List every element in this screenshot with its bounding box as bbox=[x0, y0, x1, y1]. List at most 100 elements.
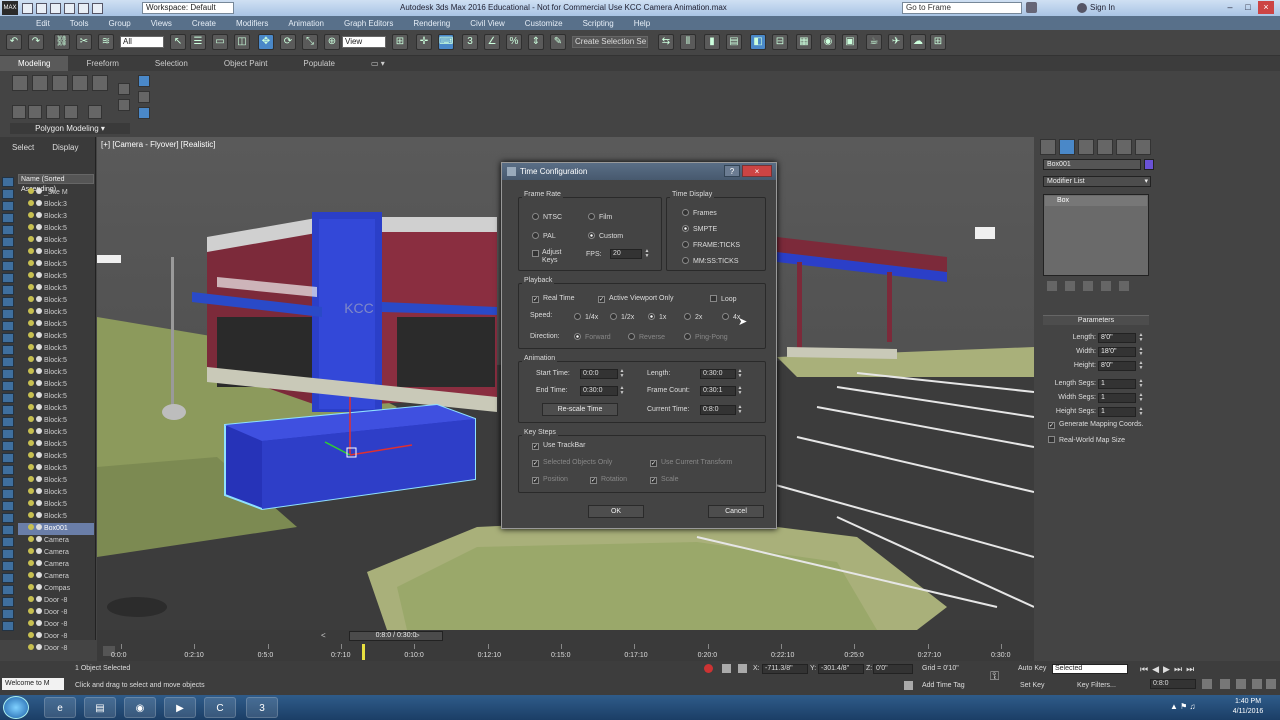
open-file-icon[interactable] bbox=[36, 2, 47, 14]
end-time-spinner-icon[interactable]: ▲ ▼ bbox=[619, 386, 625, 396]
radio-reverse[interactable]: Reverse bbox=[628, 333, 665, 341]
freeze-icon[interactable] bbox=[36, 560, 42, 566]
freeze-icon[interactable] bbox=[36, 212, 42, 218]
list-item[interactable]: Block:5 bbox=[18, 487, 94, 499]
start-button-icon[interactable] bbox=[3, 696, 29, 719]
move-icon[interactable]: ✥ bbox=[258, 34, 274, 50]
grow-icon[interactable] bbox=[12, 105, 26, 119]
next-key-icon[interactable]: ⏭ bbox=[1174, 664, 1186, 674]
tab-selection[interactable]: Selection bbox=[137, 56, 206, 71]
radio-forward[interactable]: Forward bbox=[574, 333, 611, 341]
use-current-transform-checkbox[interactable]: ✓ Use Current Transform bbox=[650, 459, 732, 467]
selected-set-dropdown[interactable]: Selected bbox=[1052, 664, 1128, 674]
schematic-view-icon[interactable]: ⊟ bbox=[772, 34, 788, 50]
material-editor-icon[interactable]: ▦ bbox=[796, 34, 812, 50]
menu-group[interactable]: Group bbox=[108, 19, 130, 28]
freeze-icon[interactable] bbox=[36, 308, 42, 314]
visibility-icon[interactable] bbox=[28, 440, 34, 446]
filter-icon[interactable] bbox=[2, 297, 14, 307]
freeze-icon[interactable] bbox=[36, 368, 42, 374]
go-to-start-icon[interactable]: ⏮ bbox=[1140, 664, 1152, 674]
keyboard-shortcut-icon[interactable]: ⌨ bbox=[438, 34, 454, 50]
undo-icon[interactable]: ↶ bbox=[6, 34, 22, 50]
freeze-icon[interactable] bbox=[36, 380, 42, 386]
freeze-icon[interactable] bbox=[36, 440, 42, 446]
pivot-center-icon[interactable]: ⊞ bbox=[392, 34, 408, 50]
freeze-icon[interactable] bbox=[36, 296, 42, 302]
menu-rendering[interactable]: Rendering bbox=[413, 19, 450, 28]
snaps-toggle-icon[interactable]: 3 bbox=[462, 34, 478, 50]
filter-icon[interactable] bbox=[2, 345, 14, 355]
list-item[interactable]: Block:5 bbox=[18, 379, 94, 391]
list-item[interactable]: Door -8 bbox=[18, 607, 94, 619]
menu-animation[interactable]: Animation bbox=[288, 19, 324, 28]
modifier-list-dropdown[interactable]: Modifier List ▾ bbox=[1043, 176, 1151, 187]
radio-speed-half[interactable]: 1/2x bbox=[610, 313, 634, 321]
length-field[interactable]: 0:30:0 bbox=[700, 369, 736, 379]
filter-icon[interactable] bbox=[2, 309, 14, 319]
freeze-icon[interactable] bbox=[36, 248, 42, 254]
filter-icon[interactable] bbox=[2, 609, 14, 619]
current-time-spinner-icon[interactable]: ▲ ▼ bbox=[737, 405, 743, 415]
scale-icon[interactable]: ⤡ bbox=[302, 34, 318, 50]
menu-customize[interactable]: Customize bbox=[525, 19, 563, 28]
toggle-ribbon-icon[interactable]: ▤ bbox=[726, 34, 742, 50]
list-item[interactable]: Camera bbox=[18, 559, 94, 571]
max-logo-icon[interactable]: MAX bbox=[2, 1, 18, 15]
minimize-button[interactable]: – bbox=[1222, 1, 1238, 14]
freeze-icon[interactable] bbox=[36, 344, 42, 350]
radio-ping-pong[interactable]: Ping-Pong bbox=[684, 333, 728, 341]
collapse-icon[interactable] bbox=[88, 105, 102, 119]
set-key-button[interactable]: Set Key bbox=[1020, 682, 1045, 689]
visibility-icon[interactable] bbox=[28, 260, 34, 266]
loop-icon[interactable] bbox=[64, 105, 78, 119]
list-item[interactable]: Block:5 bbox=[18, 427, 94, 439]
generate-mapping-checkbox[interactable]: ✓ Generate Mapping Coords. bbox=[1048, 421, 1143, 429]
list-item[interactable]: Block:5 bbox=[18, 247, 94, 259]
freeze-icon[interactable] bbox=[36, 548, 42, 554]
list-item[interactable]: Block:5 bbox=[18, 271, 94, 283]
freeze-icon[interactable] bbox=[36, 620, 42, 626]
filter-icon[interactable] bbox=[2, 273, 14, 283]
tab-modeling[interactable]: Modeling bbox=[0, 56, 69, 71]
percent-snap-icon[interactable]: % bbox=[506, 34, 522, 50]
position-checkbox[interactable]: ✓ Position bbox=[532, 476, 568, 484]
utilities-tab-icon[interactable] bbox=[1135, 139, 1151, 155]
isolate-icon[interactable] bbox=[704, 664, 713, 673]
frame-count-field[interactable]: 0:30:1 bbox=[700, 386, 736, 396]
list-item[interactable]: Block:5 bbox=[18, 259, 94, 271]
freeze-icon[interactable] bbox=[36, 416, 42, 422]
render-iterative-icon[interactable]: ✈ bbox=[888, 34, 904, 50]
radio-pal[interactable]: PAL bbox=[532, 232, 556, 240]
filter-icon[interactable] bbox=[2, 525, 14, 535]
select-object-icon[interactable]: ↖ bbox=[170, 34, 186, 50]
freeze-icon[interactable] bbox=[36, 260, 42, 266]
param-spinner-icon[interactable]: ▲ ▼ bbox=[1138, 347, 1144, 357]
param-field[interactable]: 8'0" bbox=[1098, 361, 1136, 371]
filter-icon[interactable] bbox=[2, 357, 14, 367]
list-item[interactable]: Door -8 bbox=[18, 643, 94, 655]
menu-help[interactable]: Help bbox=[634, 19, 650, 28]
polygon-modeling-dropdown[interactable]: Polygon Modeling ▾ bbox=[10, 123, 130, 134]
camtasia-icon[interactable]: C bbox=[204, 697, 236, 718]
freeze-icon[interactable] bbox=[36, 320, 42, 326]
scale-checkbox[interactable]: ✓ Scale bbox=[650, 476, 679, 484]
list-item[interactable]: Camera bbox=[18, 571, 94, 583]
object-name-field[interactable]: Box001 bbox=[1043, 159, 1141, 170]
visibility-icon[interactable] bbox=[28, 428, 34, 434]
render-activeshade-icon[interactable]: ☁ bbox=[910, 34, 926, 50]
visibility-icon[interactable] bbox=[28, 224, 34, 230]
filter-icon[interactable] bbox=[2, 381, 14, 391]
hierarchy-tab-icon[interactable] bbox=[1078, 139, 1094, 155]
freeze-icon[interactable] bbox=[36, 572, 42, 578]
angle-snap-icon[interactable]: ∠ bbox=[484, 34, 500, 50]
filter-icon[interactable] bbox=[2, 597, 14, 607]
freeze-icon[interactable] bbox=[36, 200, 42, 206]
visibility-icon[interactable] bbox=[28, 212, 34, 218]
visibility-icon[interactable] bbox=[28, 368, 34, 374]
play-icon[interactable]: ▶ bbox=[1163, 664, 1174, 674]
user-icon[interactable] bbox=[1077, 3, 1087, 13]
rotation-checkbox[interactable]: ✓ Rotation bbox=[590, 476, 627, 484]
visibility-icon[interactable] bbox=[28, 620, 34, 626]
freeze-icon[interactable] bbox=[36, 500, 42, 506]
